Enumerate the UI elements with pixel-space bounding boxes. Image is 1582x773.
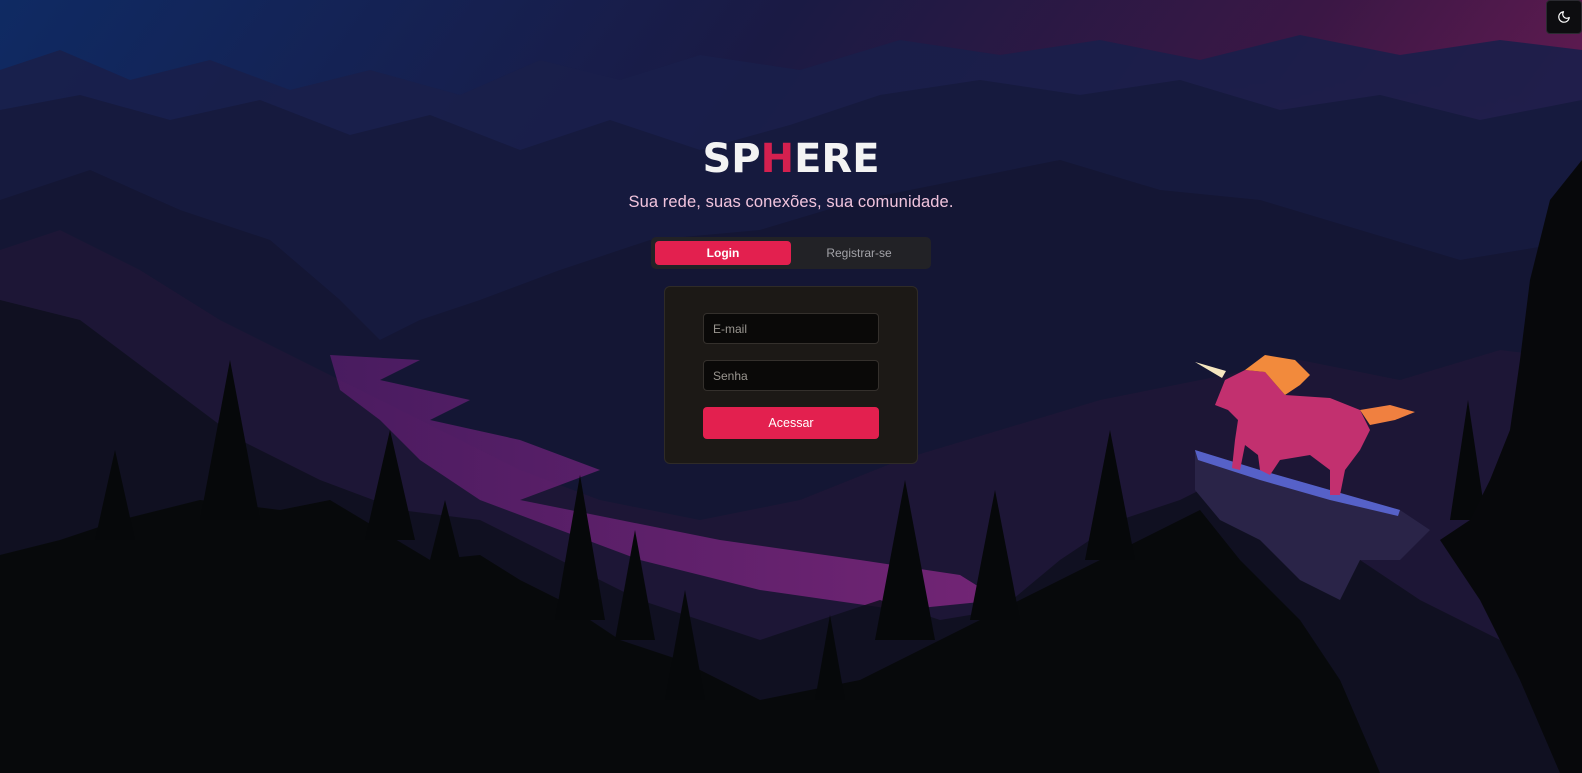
submit-login-button[interactable]: Acessar [703, 407, 879, 439]
login-panel: SPHERE Sua rede, suas conexões, sua comu… [0, 135, 1582, 464]
logo-text-start: SP [702, 136, 761, 182]
tab-register[interactable]: Registrar-se [791, 241, 927, 265]
email-field[interactable] [703, 313, 879, 344]
auth-tabs: Login Registrar-se [651, 237, 931, 269]
theme-toggle-button[interactable] [1546, 0, 1582, 34]
logo-text-end: ERE [794, 136, 880, 182]
tab-login[interactable]: Login [655, 241, 791, 265]
login-form-card: Acessar [664, 286, 918, 464]
login-page: SPHERE Sua rede, suas conexões, sua comu… [0, 0, 1582, 773]
tagline: Sua rede, suas conexões, sua comunidade. [628, 193, 954, 211]
logo: SPHERE [702, 135, 879, 183]
password-field[interactable] [703, 360, 879, 391]
logo-text-accent: H [760, 136, 795, 182]
moon-icon [1558, 11, 1570, 23]
